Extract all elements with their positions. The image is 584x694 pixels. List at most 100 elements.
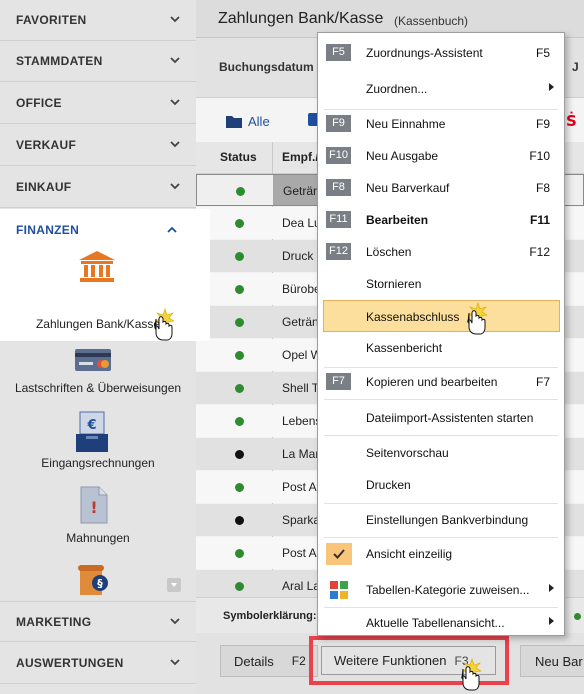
legend-status-dot [574, 613, 581, 620]
status-dot [235, 516, 244, 525]
sidebar-tile-mahnungen[interactable]: Mahnungen [0, 531, 196, 545]
tab-label: Alle [248, 114, 270, 129]
menu-item-kopieren-bearbeiten[interactable]: F7 Kopieren und bearbeiten F7 [318, 366, 564, 398]
menu-item-shortcut: F9 [535, 117, 550, 131]
menu-item-label: Seitenvorschau [366, 446, 449, 460]
menu-item-zuordnen[interactable]: Zuordnen... [318, 73, 564, 105]
submenu-arrow-icon [549, 83, 554, 91]
sidebar-section-favoriten[interactable]: FAVORITEN [0, 0, 196, 41]
menu-item-label: Neu Einnahme [366, 117, 446, 131]
column-header-status[interactable]: Status [220, 150, 257, 164]
status-dot [235, 483, 244, 492]
sidebar-section-finanzen[interactable]: FINANZEN Zahlungen Bank/Kasse [0, 209, 210, 341]
page-title: Zahlungen Bank/Kasse [218, 10, 384, 27]
table-cell-empf: Post A [282, 546, 317, 560]
menu-item-shortcut: F7 [535, 375, 550, 389]
menu-item-zuordnungs-assistent[interactable]: F5 Zuordnungs-Assistent F5 [318, 37, 564, 69]
chevron-down-icon [170, 659, 180, 666]
menu-item-label: Stornieren [366, 277, 422, 291]
status-dot [235, 450, 244, 459]
chevron-down-icon [170, 183, 180, 190]
menu-item-seitenvorschau[interactable]: Seitenvorschau [318, 437, 564, 469]
menu-item-dateiimport[interactable]: Dateiimport-Assistenten starten [318, 402, 564, 434]
chevron-down-icon [170, 57, 180, 64]
status-dot [235, 351, 244, 360]
menu-item-aktuelle-tabellenansicht[interactable]: Aktuelle Tabellenansicht... [318, 607, 564, 639]
sidebar-section-label: FINANZEN [16, 223, 80, 237]
menu-item-label: Zuordnen... [366, 82, 428, 96]
sidebar-section-label: VERKAUF [16, 138, 77, 152]
svg-text:€: € [86, 418, 96, 433]
checkmark-icon [326, 543, 352, 565]
menu-item-shortcut: F5 [535, 46, 550, 60]
menu-item-label: Tabellen-Kategorie zuweisen... [366, 583, 530, 597]
menu-item-label: Ansicht einzeilig [366, 547, 453, 561]
category-grid-icon [330, 581, 348, 599]
status-dot [235, 549, 244, 558]
sidebar-section-auswertungen[interactable]: AUSWERTUNGEN [0, 643, 196, 684]
invoice-euro-icon: € [76, 410, 110, 457]
sidebar-section-einkauf[interactable]: EINKAUF [0, 167, 196, 208]
tab-alle[interactable]: Alle [226, 114, 270, 129]
menu-item-shortcut: F11 [529, 213, 550, 227]
menu-item-bearbeiten[interactable]: F11 Bearbeiten F11 [318, 204, 564, 236]
sparkasse-icon[interactable]: Ṡ [566, 112, 577, 130]
status-dot [235, 417, 244, 426]
status-dot [235, 285, 244, 294]
menu-item-label: Neu Ausgabe [366, 149, 439, 163]
sidebar-tile-lastschriften[interactable]: Lastschriften & Überweisungen [0, 381, 196, 395]
menu-item-label: Zuordnungs-Assistent [366, 46, 483, 60]
menu-key-badge: F9 [326, 115, 351, 132]
sidebar-section-label: OFFICE [16, 96, 62, 110]
menu-item-neu-barverkauf[interactable]: F8 Neu Barverkauf F8 [318, 172, 564, 204]
hand-cursor-icon [154, 308, 175, 341]
menu-key-badge: F8 [326, 179, 351, 196]
menu-item-ansicht-einzeilig[interactable]: Ansicht einzeilig [318, 538, 564, 570]
table-cell-empf: Opel W [282, 348, 323, 362]
hand-cursor-icon [461, 658, 482, 691]
column-header-empf[interactable]: Empf./ [282, 150, 319, 164]
menu-item-neu-ausgabe[interactable]: F10 Neu Ausgabe F10 [318, 140, 564, 172]
details-button-key: F2 [291, 654, 306, 668]
filter-truncated-label[interactable]: J [572, 60, 579, 74]
status-dot [235, 582, 244, 591]
menu-key-badge: F10 [326, 147, 351, 164]
sidebar-section-verkauf[interactable]: VERKAUF [0, 125, 196, 166]
scroll-paragraph-icon: § [76, 563, 112, 602]
svg-text:§: § [97, 577, 103, 590]
menu-item-label: Kassenbericht [366, 341, 443, 355]
menu-item-tabellen-kategorie[interactable]: Tabellen-Kategorie zuweisen... [318, 574, 564, 606]
chevron-down-icon [170, 141, 180, 148]
menu-item-label: Einstellungen Bankverbindung [366, 513, 529, 527]
menu-item-label: Kopieren und bearbeiten [366, 375, 498, 389]
menu-item-einstellungen-bankverbindung[interactable]: Einstellungen Bankverbindung [318, 504, 564, 536]
warning-document-icon: ! [80, 486, 108, 527]
menu-item-loeschen[interactable]: F12 Löschen F12 [318, 236, 564, 268]
menu-item-shortcut: F12 [529, 245, 550, 259]
sidebar-section-marketing[interactable]: MARKETING [0, 601, 196, 642]
sidebar-section-office[interactable]: OFFICE [0, 83, 196, 124]
table-cell-empf: Post A [282, 480, 317, 494]
menu-item-kassenabschluss[interactable]: Kassenabschluss [323, 300, 560, 332]
menu-item-neu-einnahme[interactable]: F9 Neu Einnahme F9 [318, 108, 564, 140]
menu-item-kassenbericht[interactable]: Kassenbericht [318, 332, 564, 364]
collapse-arrow-icon[interactable] [167, 578, 181, 592]
table-cell-empf: Lebens [282, 414, 322, 428]
details-button[interactable]: Details F2 [220, 645, 318, 677]
table-cell-empf: Shell T [282, 381, 320, 395]
menu-item-stornieren[interactable]: Stornieren [318, 268, 564, 300]
neu-button-label: Neu Bar [535, 653, 583, 669]
menu-key-badge: F7 [326, 373, 351, 390]
neu-barverkauf-button[interactable]: Neu Bar [520, 645, 584, 677]
menu-item-drucken[interactable]: Drucken [318, 469, 564, 501]
hand-cursor-icon [467, 302, 488, 335]
legend-label: Symbolerklärung: [223, 610, 317, 622]
filter-label[interactable]: Buchungsdatum [219, 60, 314, 74]
sidebar-tile-eingangsrechnungen[interactable]: Eingangsrechnungen [0, 456, 196, 470]
menu-item-label: Kassenabschluss [366, 310, 460, 324]
sidebar-section-label: FAVORITEN [16, 13, 87, 27]
table-cell-empf: Sparka [282, 513, 321, 527]
sidebar-section-stammdaten[interactable]: STAMMDATEN [0, 41, 196, 82]
folder-icon [226, 116, 242, 128]
status-dot [236, 187, 245, 196]
